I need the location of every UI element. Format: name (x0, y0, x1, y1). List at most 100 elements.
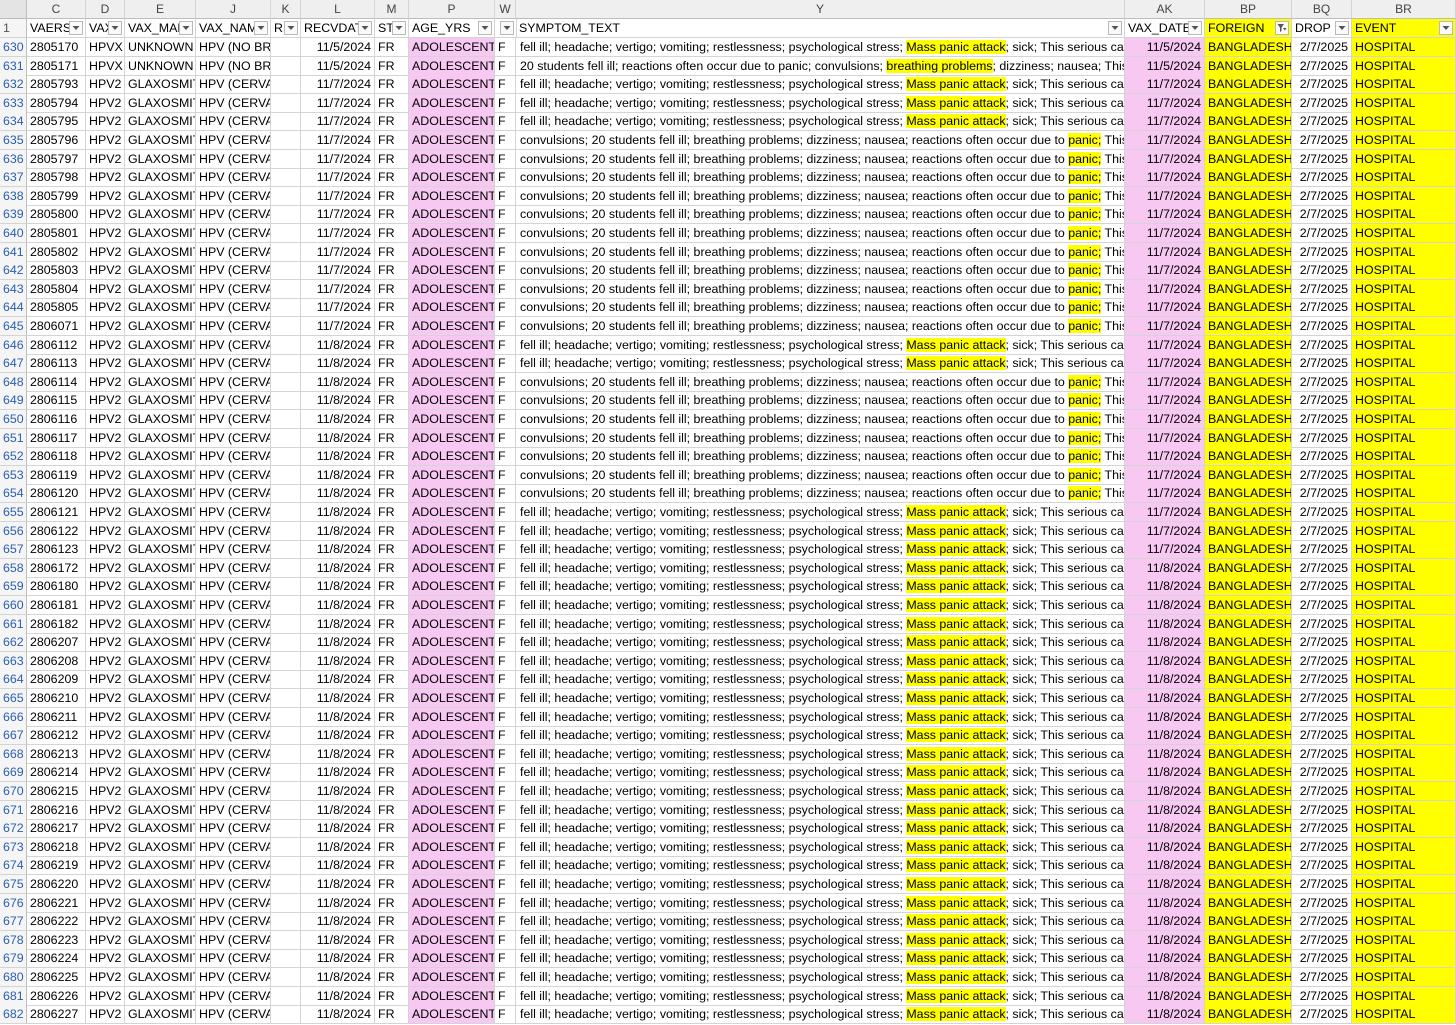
cell-age[interactable]: ADOLESCENT (409, 279, 495, 299)
cell-age[interactable]: ADOLESCENT (409, 856, 495, 876)
cell-event[interactable]: HOSPITAL (1352, 744, 1456, 764)
cell-event[interactable]: HOSPITAL (1352, 317, 1456, 336)
cell-event[interactable]: HOSPITAL (1352, 354, 1456, 374)
cell-st[interactable]: FR (375, 224, 409, 243)
column-letter-E[interactable]: E (125, 0, 196, 19)
cell-recv[interactable]: 11/8/2024 (301, 1005, 375, 1025)
cell-name[interactable]: HPV (CERVARIX) (196, 968, 271, 987)
cell-sym[interactable]: fell ill; headache; vertigo; vomiting; r… (516, 75, 1125, 95)
cell-sex[interactable]: F (495, 503, 516, 522)
cell-manu[interactable]: GLAXOSMITH (125, 968, 196, 987)
cell-country[interactable]: BANGLADESH (1205, 856, 1292, 876)
cell-r[interactable] (271, 1005, 301, 1025)
cell-manu[interactable]: GLAXOSMITH (125, 670, 196, 690)
cell-sym[interactable]: fell ill; headache; vertigo; vomiting; r… (516, 819, 1125, 839)
cell-manu[interactable]: GLAXOSMITH (125, 949, 196, 969)
cell-vax[interactable]: HPV2 (86, 93, 125, 113)
cell-event[interactable]: HOSPITAL (1352, 614, 1456, 634)
cell-id[interactable]: 2806218 (27, 837, 86, 857)
cell-name[interactable]: HPV (CERVARIX) (196, 596, 271, 615)
cell-drop[interactable]: 2/7/2025 (1292, 949, 1352, 969)
row-number[interactable]: 668 (0, 744, 27, 764)
cell-r[interactable] (271, 596, 301, 615)
cell-vax[interactable]: HPV2 (86, 186, 125, 206)
cell-drop[interactable]: 2/7/2025 (1292, 782, 1352, 801)
cell-vax[interactable]: HPV2 (86, 410, 125, 429)
cell-event[interactable]: HOSPITAL (1352, 651, 1456, 671)
cell-st[interactable]: FR (375, 875, 409, 894)
cell-r[interactable] (271, 131, 301, 150)
cell-name[interactable]: HPV (CERVARIX) (196, 875, 271, 894)
cell-sym[interactable]: fell ill; headache; vertigo; vomiting; r… (516, 782, 1125, 801)
cell-sym[interactable]: convulsions; 20 students fell ill; breat… (516, 168, 1125, 188)
cell-id[interactable]: 2805793 (27, 75, 86, 95)
cell-manu[interactable]: GLAXOSMITH (125, 317, 196, 336)
cell-event[interactable]: HOSPITAL (1352, 503, 1456, 522)
cell-r[interactable] (271, 186, 301, 206)
cell-event[interactable]: HOSPITAL (1352, 763, 1456, 783)
cell-event[interactable]: HOSPITAL (1352, 986, 1456, 1006)
cell-vaxdate[interactable]: 11/7/2024 (1125, 261, 1205, 281)
cell-country[interactable]: BANGLADESH (1205, 744, 1292, 764)
cell-sym[interactable]: fell ill; headache; vertigo; vomiting; r… (516, 521, 1125, 541)
cell-drop[interactable]: 2/7/2025 (1292, 521, 1352, 541)
cell-sym[interactable]: 20 students fell ill; reactions often oc… (516, 56, 1125, 76)
filter-dropdown-icon[interactable] (284, 21, 298, 35)
cell-id[interactable]: 2806114 (27, 372, 86, 392)
row-number[interactable]: 645 (0, 317, 27, 336)
row-number[interactable]: 631 (0, 56, 27, 76)
cell-name[interactable]: HPV (CERVARIX) (196, 744, 271, 764)
cell-sym[interactable]: fell ill; headache; vertigo; vomiting; r… (516, 856, 1125, 876)
cell-sym[interactable]: fell ill; headache; vertigo; vomiting; r… (516, 503, 1125, 522)
cell-vaxdate[interactable]: 11/8/2024 (1125, 949, 1205, 969)
cell-sym[interactable]: fell ill; headache; vertigo; vomiting; r… (516, 633, 1125, 653)
cell-id[interactable]: 2806210 (27, 689, 86, 708)
column-letter-M[interactable]: M (375, 0, 409, 19)
cell-sex[interactable]: F (495, 317, 516, 336)
cell-sym[interactable]: fell ill; headache; vertigo; vomiting; r… (516, 986, 1125, 1006)
cell-r[interactable] (271, 410, 301, 429)
cell-age[interactable]: ADOLESCENT (409, 112, 495, 132)
cell-country[interactable]: BANGLADESH (1205, 968, 1292, 987)
cell-vaxdate[interactable]: 11/8/2024 (1125, 930, 1205, 950)
cell-name[interactable]: HPV (CERVARIX) (196, 447, 271, 467)
cell-r[interactable] (271, 968, 301, 987)
cell-vax[interactable]: HPV2 (86, 149, 125, 169)
cell-country[interactable]: BANGLADESH (1205, 837, 1292, 857)
cell-vaxdate[interactable]: 11/8/2024 (1125, 558, 1205, 578)
cell-st[interactable]: FR (375, 93, 409, 113)
cell-name[interactable]: HPV (CERVARIX) (196, 930, 271, 950)
cell-manu[interactable]: GLAXOSMITH (125, 521, 196, 541)
cell-vax[interactable]: HPV2 (86, 670, 125, 690)
cell-recv[interactable]: 11/8/2024 (301, 893, 375, 913)
cell-vax[interactable]: HPV2 (86, 800, 125, 820)
row-number[interactable]: 670 (0, 782, 27, 801)
column-letter-BR[interactable]: BR (1352, 0, 1456, 19)
row-number[interactable]: 652 (0, 447, 27, 467)
cell-event[interactable]: HOSPITAL (1352, 224, 1456, 243)
row-number[interactable]: 639 (0, 205, 27, 225)
cell-drop[interactable]: 2/7/2025 (1292, 131, 1352, 150)
cell-vax[interactable]: HPV2 (86, 893, 125, 913)
row-number[interactable]: 638 (0, 186, 27, 206)
cell-st[interactable]: FR (375, 726, 409, 746)
cell-age[interactable]: ADOLESCENT (409, 968, 495, 987)
cell-r[interactable] (271, 465, 301, 485)
cell-country[interactable]: BANGLADESH (1205, 763, 1292, 783)
row-number[interactable]: 630 (0, 38, 27, 57)
cell-st[interactable]: FR (375, 186, 409, 206)
cell-age[interactable]: ADOLESCENT (409, 75, 495, 95)
cell-name[interactable]: HPV (CERVARIX) (196, 614, 271, 634)
cell-st[interactable]: FR (375, 1005, 409, 1025)
cell-drop[interactable]: 2/7/2025 (1292, 279, 1352, 299)
cell-age[interactable]: ADOLESCENT (409, 949, 495, 969)
cell-drop[interactable]: 2/7/2025 (1292, 540, 1352, 560)
cell-vax[interactable]: HPV2 (86, 354, 125, 374)
cell-r[interactable] (271, 261, 301, 281)
row-number[interactable]: 661 (0, 614, 27, 634)
cell-sex[interactable]: F (495, 38, 516, 57)
cell-age[interactable]: ADOLESCENT (409, 558, 495, 578)
cell-age[interactable]: ADOLESCENT (409, 428, 495, 448)
cell-recv[interactable]: 11/8/2024 (301, 335, 375, 355)
cell-sym[interactable]: fell ill; headache; vertigo; vomiting; r… (516, 614, 1125, 634)
